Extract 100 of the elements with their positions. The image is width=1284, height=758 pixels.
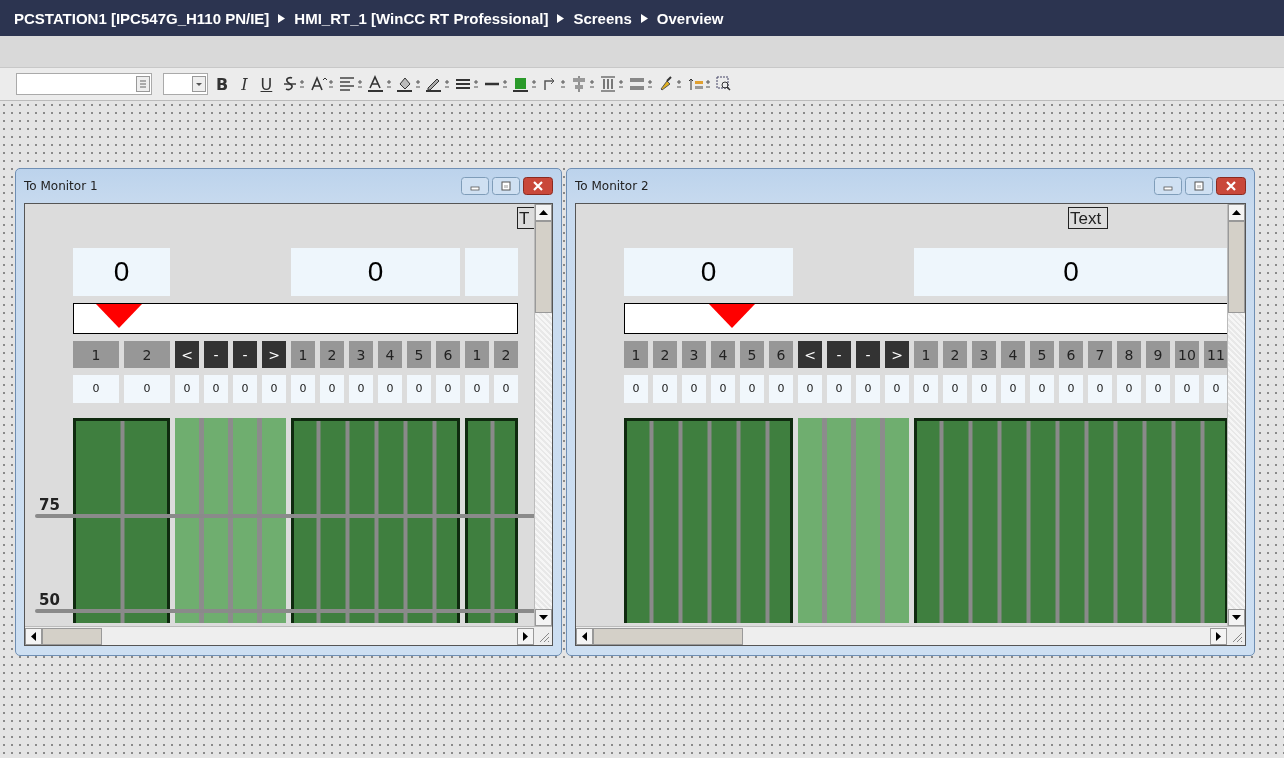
- spacing-icon[interactable]: [628, 75, 655, 93]
- font-size-field[interactable]: [163, 73, 208, 95]
- slot-button[interactable]: 11: [1204, 341, 1227, 368]
- value-field: 0: [436, 375, 460, 403]
- breadcrumb-item[interactable]: HMI_RT_1 [WinCC RT Professional]: [294, 9, 549, 27]
- breadcrumb-item[interactable]: Overview: [656, 9, 724, 27]
- slot-button[interactable]: 2: [124, 341, 170, 368]
- breadcrumb-item[interactable]: PCSTATION1 [IPC547G_H110 PN/IE]: [14, 9, 270, 27]
- scroll-left-icon[interactable]: [31, 631, 36, 641]
- slot-button[interactable]: -: [204, 341, 228, 368]
- align-icon[interactable]: [570, 75, 597, 93]
- slot-button[interactable]: 1: [73, 341, 119, 368]
- slot-button[interactable]: 2: [943, 341, 967, 368]
- value-field: 0: [204, 375, 228, 403]
- slot-button[interactable]: 2: [653, 341, 677, 368]
- slot-button[interactable]: 1: [624, 341, 648, 368]
- breadcrumb-item[interactable]: Screens: [573, 9, 632, 27]
- close-icon[interactable]: [523, 177, 553, 195]
- slot-button[interactable]: 3: [349, 341, 373, 368]
- slot-button[interactable]: -: [233, 341, 257, 368]
- screen-window[interactable]: To Monitor 1 T 0 0 75 50 1 2 0 0 < - - > 0 0 0 0 1 2 3 4 5 6 0 0 0 0 0 0 1 2 0 0: [15, 168, 562, 656]
- slot-button[interactable]: 7: [1088, 341, 1112, 368]
- scroll-down-icon[interactable]: [539, 615, 548, 620]
- slot-button[interactable]: >: [262, 341, 286, 368]
- slider-track[interactable]: [624, 303, 1227, 334]
- breadcrumb-arrow-icon: [557, 13, 565, 23]
- value-display: [465, 248, 518, 296]
- slot-button[interactable]: 1: [914, 341, 938, 368]
- value-field: 0: [1059, 375, 1083, 403]
- fill-icon[interactable]: [396, 75, 423, 93]
- slot-button[interactable]: 10: [1175, 341, 1199, 368]
- value-display: 0: [624, 248, 793, 296]
- slot-button[interactable]: 8: [1117, 341, 1141, 368]
- scroll-up-icon[interactable]: [1232, 210, 1241, 215]
- slot-button[interactable]: 5: [407, 341, 431, 368]
- slot-button[interactable]: 6: [769, 341, 793, 368]
- slot-button[interactable]: 1: [291, 341, 315, 368]
- scroll-thumb[interactable]: [593, 627, 743, 645]
- vertical-scrollbar[interactable]: [1227, 204, 1245, 626]
- slot-button[interactable]: 4: [1001, 341, 1025, 368]
- scroll-up-icon[interactable]: [539, 210, 548, 215]
- value-field: 0: [494, 375, 518, 403]
- close-icon[interactable]: [1216, 177, 1246, 195]
- background-icon[interactable]: [512, 75, 539, 93]
- vertical-scrollbar[interactable]: [534, 204, 552, 626]
- slot-button[interactable]: 4: [711, 341, 735, 368]
- scroll-left-icon[interactable]: [582, 631, 587, 641]
- value-field: 0: [943, 375, 967, 403]
- align-text-icon[interactable]: [338, 75, 365, 93]
- format-button[interactable]: U: [255, 74, 278, 94]
- slot-button[interactable]: 5: [1030, 341, 1054, 368]
- screen-window[interactable]: To Monitor 2 Text 0 0 1 2 3 4 5 6 0 0 0 0 0 0 < - - > 0 0 0 0 1 2 3 4 5 6 7 8 9 10 11 0 0 0 0 0 0 0 0 0 0 0: [566, 168, 1255, 656]
- slot-button[interactable]: <: [175, 341, 199, 368]
- slot-button[interactable]: 6: [1059, 341, 1083, 368]
- slider-pointer[interactable]: [96, 304, 143, 328]
- value-field: 0: [856, 375, 880, 403]
- slot-button[interactable]: 6: [436, 341, 460, 368]
- slot-button[interactable]: -: [827, 341, 851, 368]
- slot-button[interactable]: 2: [320, 341, 344, 368]
- font-size-icon[interactable]: [309, 75, 336, 93]
- slot-button[interactable]: 5: [740, 341, 764, 368]
- value-field: 0: [798, 375, 822, 403]
- horizontal-scrollbar[interactable]: [25, 626, 552, 645]
- value-field: 0: [175, 375, 199, 403]
- value-field: 0: [682, 375, 706, 403]
- slot-button[interactable]: 1: [465, 341, 489, 368]
- format-button[interactable]: I: [236, 74, 253, 94]
- rotate-icon[interactable]: [541, 75, 568, 93]
- horizontal-scrollbar[interactable]: [576, 626, 1245, 645]
- value-display: 0: [73, 248, 170, 296]
- distribute-icon[interactable]: [599, 75, 626, 93]
- value-field: 0: [349, 375, 373, 403]
- scroll-thumb[interactable]: [42, 627, 102, 645]
- font-name-field[interactable]: [16, 73, 152, 95]
- window-title: To Monitor 2: [575, 179, 649, 193]
- slot-button[interactable]: 3: [972, 341, 996, 368]
- value-display: 0: [291, 248, 460, 296]
- value-field: 0: [378, 375, 402, 403]
- scroll-right-icon[interactable]: [1216, 631, 1221, 641]
- scroll-down-icon[interactable]: [1232, 615, 1241, 620]
- scroll-right-icon[interactable]: [523, 631, 528, 641]
- slot-button[interactable]: 9: [1146, 341, 1170, 368]
- slot-button[interactable]: <: [798, 341, 822, 368]
- slot-button[interactable]: 4: [378, 341, 402, 368]
- value-field: 0: [124, 375, 170, 403]
- slot-button[interactable]: >: [885, 341, 909, 368]
- value-field: 0: [407, 375, 431, 403]
- scroll-thumb[interactable]: [1228, 221, 1245, 313]
- value-field: 0: [972, 375, 996, 403]
- value-field: 0: [1117, 375, 1141, 403]
- slider-pointer[interactable]: [709, 304, 756, 328]
- format-button[interactable]: B: [211, 74, 234, 94]
- slot-button[interactable]: 3: [682, 341, 706, 368]
- scroll-thumb[interactable]: [535, 221, 552, 313]
- value-field: 0: [769, 375, 793, 403]
- slot-button[interactable]: 2: [494, 341, 518, 368]
- font-color-icon[interactable]: [367, 75, 394, 93]
- slider-track[interactable]: [73, 303, 518, 334]
- slot-button[interactable]: -: [856, 341, 880, 368]
- value-field: 0: [1204, 375, 1227, 403]
